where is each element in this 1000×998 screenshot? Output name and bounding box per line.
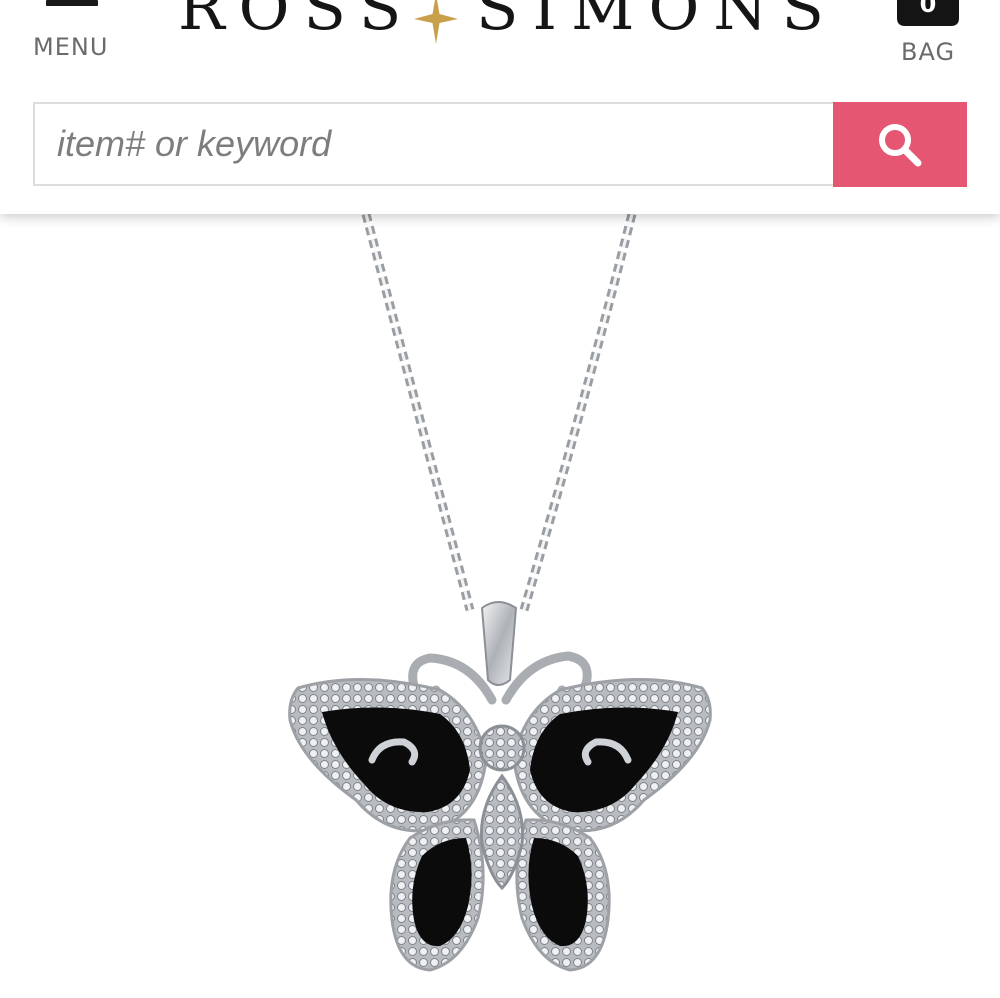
search-box [33,102,833,186]
chain-right [519,214,637,612]
chain-left [361,214,475,612]
product-image-area [0,214,1000,998]
star-icon [414,0,458,44]
butterfly-pendant-necklace-image[interactable] [0,214,1000,998]
ross-simons-logo[interactable]: ROSS SIMONS [178,0,824,44]
search-input[interactable] [35,104,833,184]
search-button[interactable] [833,102,967,187]
bag-label: BAG [901,38,956,66]
site-header: MENU ROSS SIMONS 0 BAG [0,0,1000,214]
menu-label: MENU [33,33,109,61]
bag-count: 0 [919,0,937,18]
bag-button[interactable]: 0 BAG [888,0,968,72]
menu-button[interactable]: MENU [30,0,116,70]
logo-text-left: ROSS [178,0,416,44]
search-icon [879,124,922,167]
hamburger-icon [46,0,98,6]
logo-text-right: SIMONS [476,0,839,44]
